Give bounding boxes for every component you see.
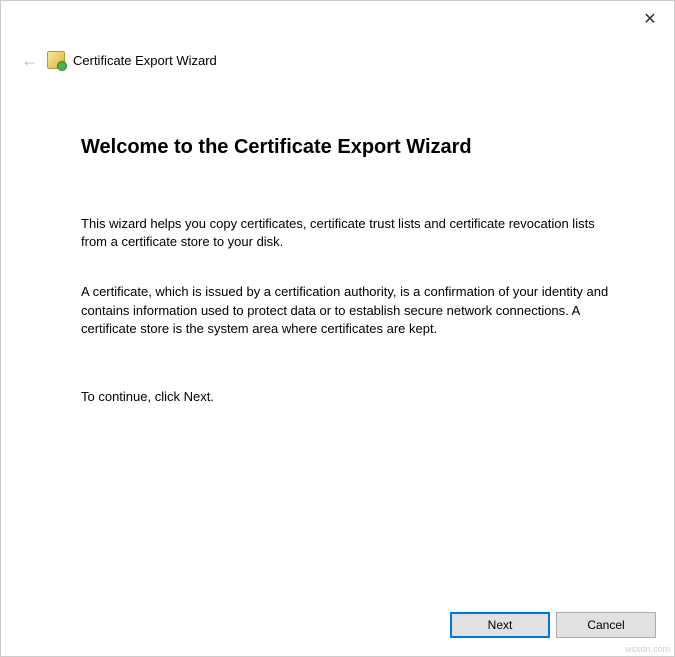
close-icon[interactable]: ✕ xyxy=(640,9,660,29)
page-heading: Welcome to the Certificate Export Wizard xyxy=(81,136,614,159)
intro-paragraph-2: A certificate, which is issued by a cert… xyxy=(81,283,614,338)
next-button[interactable]: Next xyxy=(450,612,550,638)
wizard-header: ← Certificate Export Wizard xyxy=(21,51,217,69)
watermark-text: wsxdn.com xyxy=(625,644,670,654)
wizard-footer: Next Cancel xyxy=(450,612,656,638)
certificate-icon xyxy=(47,51,65,69)
wizard-content: Welcome to the Certificate Export Wizard… xyxy=(81,136,614,438)
wizard-title: Certificate Export Wizard xyxy=(73,53,217,68)
back-arrow-icon: ← xyxy=(21,51,39,69)
intro-paragraph-1: This wizard helps you copy certificates,… xyxy=(81,215,614,251)
cancel-button[interactable]: Cancel xyxy=(556,612,656,638)
continue-instruction: To continue, click Next. xyxy=(81,388,614,406)
